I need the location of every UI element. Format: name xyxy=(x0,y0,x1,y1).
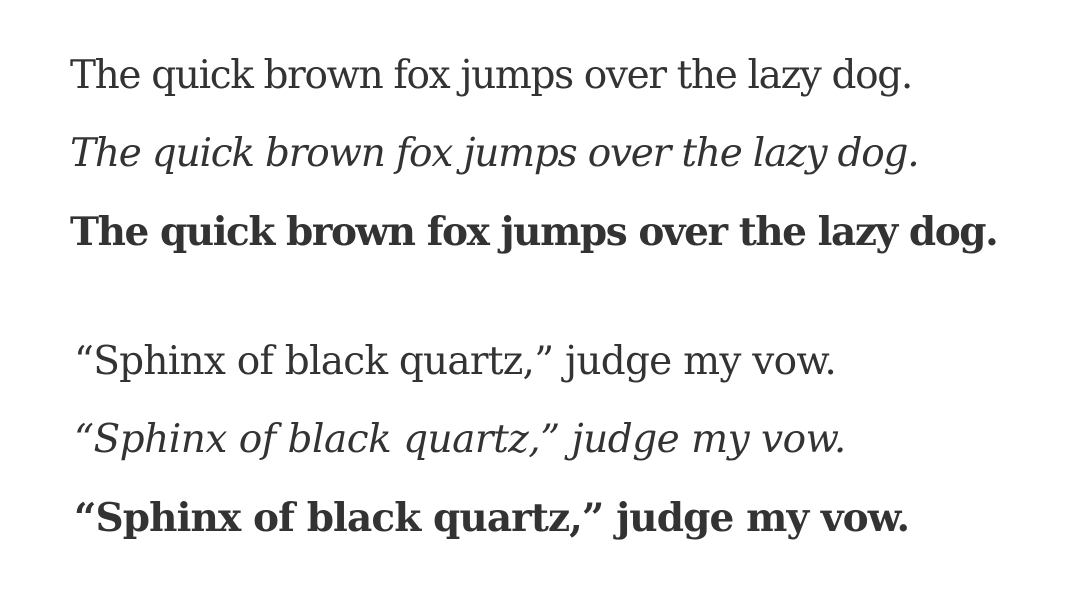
pangram-sample-group: The quick brown fox jumps over the lazy … xyxy=(70,48,1080,282)
pangram-bold-line: The quick brown fox jumps over the lazy … xyxy=(70,209,999,255)
sphinx-bold-line: “Sphinx of black quartz,” judge my vow. xyxy=(74,495,910,541)
pangram-italic-line: The quick brown fox jumps over the lazy … xyxy=(70,131,920,176)
pangram-regular-line: The quick brown fox jumps over the lazy … xyxy=(70,53,913,98)
type-specimen: The quick brown fox jumps over the lazy … xyxy=(0,0,1084,605)
sphinx-italic-line: “Sphinx of black quartz,” judge my vow. xyxy=(74,417,846,462)
sphinx-sample-group: “Sphinx of black quartz,” judge my vow. … xyxy=(70,334,1080,568)
sphinx-regular-line: “Sphinx of black quartz,” judge my vow. xyxy=(74,339,837,384)
